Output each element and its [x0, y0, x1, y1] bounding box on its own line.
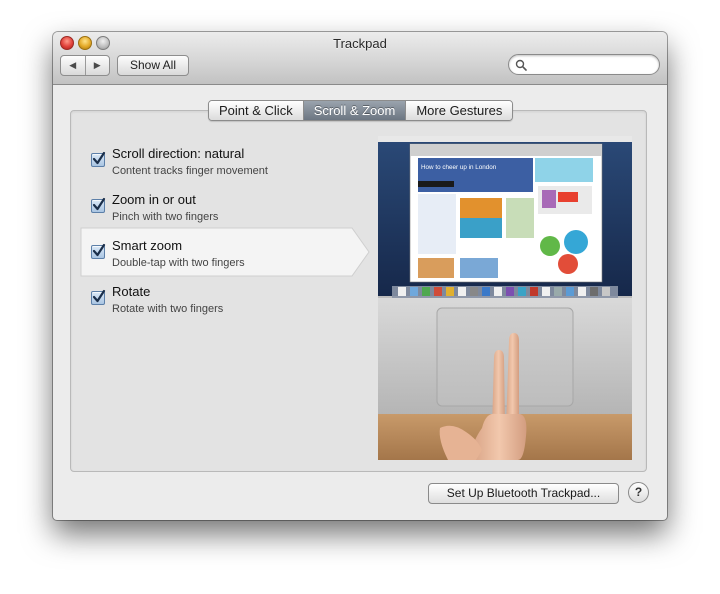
back-button[interactable]: ◀: [61, 56, 85, 75]
triangle-right-icon: ▶: [93, 60, 101, 70]
search-field[interactable]: [508, 54, 660, 75]
option-description: Content tracks finger movement: [112, 165, 268, 177]
smart-zoom-checkbox[interactable]: [91, 243, 106, 259]
option-description: Rotate with two fingers: [112, 303, 224, 315]
setup-bluetooth-trackpad-button[interactable]: Set Up Bluetooth Trackpad...: [428, 483, 619, 504]
triangle-left-icon: ◀: [69, 60, 77, 70]
tab-more-gestures[interactable]: More Gestures: [405, 101, 513, 120]
option-smart-zoom[interactable]: Smart zoom Double-tap with two fingers: [80, 233, 365, 279]
option-description: Double-tap with two fingers: [112, 257, 245, 269]
rotate-checkbox[interactable]: [91, 289, 106, 305]
tab-point-and-click[interactable]: Point & Click: [209, 101, 303, 120]
preview-illustration: How to cheer up in London: [378, 136, 632, 460]
titlebar: Trackpad ◀ ▶ Show All: [53, 32, 667, 85]
scroll-direction-checkbox[interactable]: [91, 151, 106, 167]
checkmark-icon: [92, 151, 106, 165]
option-label: Zoom in or out: [112, 192, 196, 207]
back-forward-control: ◀ ▶: [60, 55, 110, 76]
preview-headline: How to cheer up in London: [421, 164, 497, 171]
zoom-in-out-checkbox[interactable]: [91, 197, 106, 213]
option-label: Scroll direction: natural: [112, 146, 245, 161]
option-rotate[interactable]: Rotate Rotate with two fingers: [71, 279, 366, 325]
gesture-preview-video: How to cheer up in London: [378, 136, 632, 460]
content-panel: Scroll direction: natural Content tracks…: [70, 110, 647, 472]
option-scroll-direction[interactable]: Scroll direction: natural Content tracks…: [71, 141, 366, 187]
option-label: Smart zoom: [112, 238, 183, 253]
search-icon: [515, 59, 527, 71]
forward-button[interactable]: ▶: [84, 56, 110, 75]
option-description: Pinch with two fingers: [112, 211, 219, 223]
option-zoom-in-out[interactable]: Zoom in or out Pinch with two fingers: [71, 187, 366, 233]
checkmark-icon: [92, 289, 106, 303]
tab-scroll-and-zoom[interactable]: Scroll & Zoom: [302, 101, 406, 120]
search-input[interactable]: [531, 56, 655, 74]
tab-bar: Point & Click Scroll & Zoom More Gesture…: [208, 100, 514, 121]
window-title: Trackpad: [333, 36, 387, 51]
checkmark-icon: [92, 197, 106, 211]
preferences-window: Trackpad ◀ ▶ Show All Scroll direction: …: [53, 32, 667, 520]
option-label: Rotate: [112, 284, 151, 299]
checkmark-icon: [92, 243, 106, 257]
show-all-button[interactable]: Show All: [117, 55, 189, 76]
help-button[interactable]: ?: [628, 482, 649, 503]
